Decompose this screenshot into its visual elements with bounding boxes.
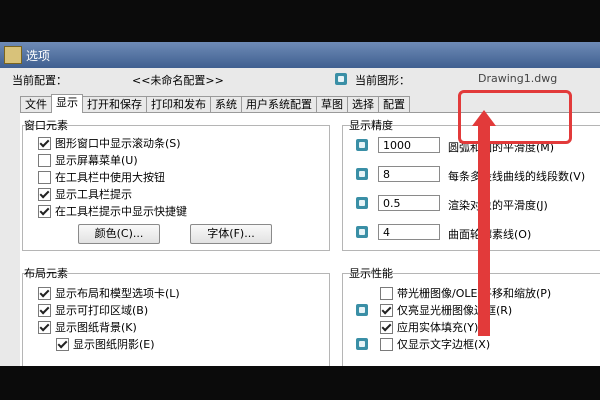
checkbox-label: 显示可打印区域(B) xyxy=(55,304,149,317)
checkbox-label: 显示图纸背景(K) xyxy=(55,321,137,334)
polyline-segments-label: 每条多段线曲线的线段数(V) xyxy=(448,170,586,183)
arc-smoothness-icon xyxy=(356,139,368,151)
checkbox-row[interactable]: 显示工具栏提示 xyxy=(38,186,132,202)
checkbox[interactable] xyxy=(38,303,51,317)
contour-lines-icon xyxy=(356,226,368,238)
title-bar: 选项 xyxy=(0,42,600,68)
checkbox[interactable] xyxy=(380,320,393,334)
tab-plot-publish[interactable]: 打印和发布 xyxy=(146,96,211,113)
checkbox-label: 仅亮显光栅图像边框(R) xyxy=(397,304,513,317)
tab-open-save[interactable]: 打开和保存 xyxy=(82,96,147,113)
checkbox-row[interactable]: 仅显示文字边框(X) xyxy=(380,336,490,352)
options-dialog: 选项 当前配置： <<未命名配置>> 当前图形： Drawing1.dwg 文件… xyxy=(0,42,600,368)
checkbox-row[interactable]: 带光栅图像/OLE 平移和缩放(P) xyxy=(380,285,551,301)
tab-content-display: 窗口元素 图形窗口中显示滚动条(S) 显示屏幕菜单(U) 在工具栏中使用大按钮 … xyxy=(20,112,600,368)
checkbox-label: 图形窗口中显示滚动条(S) xyxy=(55,137,181,150)
checkbox-row[interactable]: 显示图纸阴影(E) xyxy=(56,336,155,352)
fonts-button[interactable]: 字体(F)... xyxy=(190,224,272,244)
checkbox-label: 显示屏幕菜单(U) xyxy=(55,154,138,167)
checkbox-label: 显示布局和模型选项卡(L) xyxy=(55,287,180,300)
checkbox[interactable] xyxy=(38,187,51,201)
tab-selection[interactable]: 选择 xyxy=(347,96,379,113)
tab-files[interactable]: 文件 xyxy=(20,96,52,113)
annotation-arrow-icon xyxy=(472,110,496,126)
tab-profiles[interactable]: 配置 xyxy=(378,96,410,113)
tab-user-preferences[interactable]: 用户系统配置 xyxy=(241,96,317,113)
display-resolution-title: 显示精度 xyxy=(349,119,393,132)
annotation-arrow-shaft xyxy=(478,126,490,336)
display-performance-title: 显示性能 xyxy=(349,267,393,280)
tab-drafting[interactable]: 草图 xyxy=(316,96,348,113)
colors-button[interactable]: 颜色(C)... xyxy=(78,224,160,244)
app-icon xyxy=(4,46,22,64)
tab-strip: 文件 显示 打开和保存 打印和发布 系统 用户系统配置 草图 选择 配置 xyxy=(20,94,410,113)
checkbox[interactable] xyxy=(380,337,393,351)
top-black-bar xyxy=(0,0,600,42)
checkbox-row[interactable]: 仅亮显光栅图像边框(R) xyxy=(380,302,512,318)
current-drawing-label: 当前图形： xyxy=(355,74,410,87)
tab-display[interactable]: 显示 xyxy=(51,94,83,113)
checkbox-label: 在工具栏提示中显示快捷键 xyxy=(55,205,187,218)
checkbox-row[interactable]: 显示可打印区域(B) xyxy=(38,302,148,318)
checkbox-label: 显示工具栏提示 xyxy=(55,188,132,201)
arc-smoothness-input[interactable]: 1000 xyxy=(378,137,440,153)
checkbox-label: 带光栅图像/OLE 平移和缩放(P) xyxy=(397,287,552,300)
render-smoothness-icon xyxy=(356,197,368,209)
current-drawing-value: Drawing1.dwg xyxy=(478,72,558,85)
tab-system[interactable]: 系统 xyxy=(210,96,242,113)
checkbox[interactable] xyxy=(38,136,51,150)
checkbox-row[interactable]: 在工具栏提示中显示快捷键 xyxy=(38,203,187,219)
profile-row: 当前配置： <<未命名配置>> 当前图形： Drawing1.dwg xyxy=(0,70,600,88)
checkbox-label: 仅显示文字边框(X) xyxy=(397,338,491,351)
checkbox-label: 显示图纸阴影(E) xyxy=(73,338,155,351)
checkbox-row[interactable]: 显示屏幕菜单(U) xyxy=(38,152,138,168)
render-smoothness-input[interactable]: 0.5 xyxy=(378,195,440,211)
checkbox-label: 应用实体填充(Y) xyxy=(397,321,479,334)
render-smoothness-label: 渲染对象的平滑度(J) xyxy=(448,199,548,212)
polyline-segments-icon xyxy=(356,168,368,180)
layout-elements-title: 布局元素 xyxy=(24,267,68,280)
current-profile-value: <<未命名配置>> xyxy=(132,74,224,87)
checkbox-row[interactable]: 显示图纸背景(K) xyxy=(38,319,137,335)
checkbox[interactable] xyxy=(380,286,393,300)
window-elements-title: 窗口元素 xyxy=(24,119,68,132)
checkbox-label: 在工具栏中使用大按钮 xyxy=(55,171,165,184)
checkbox-row[interactable]: 应用实体填充(Y) xyxy=(380,319,478,335)
checkbox[interactable] xyxy=(56,337,69,351)
checkbox-row[interactable]: 图形窗口中显示滚动条(S) xyxy=(38,135,181,151)
window-title: 选项 xyxy=(26,49,51,63)
checkbox[interactable] xyxy=(38,320,51,334)
contour-lines-input[interactable]: 4 xyxy=(378,224,440,240)
current-profile-label: 当前配置： xyxy=(12,74,67,87)
polyline-segments-input[interactable]: 8 xyxy=(378,166,440,182)
screenshot: 选项 当前配置： <<未命名配置>> 当前图形： Drawing1.dwg 文件… xyxy=(0,0,600,400)
checkbox[interactable] xyxy=(38,153,51,167)
checkbox[interactable] xyxy=(38,286,51,300)
checkbox-row[interactable]: 显示布局和模型选项卡(L) xyxy=(38,285,180,301)
drawing-icon xyxy=(335,73,347,85)
checkbox[interactable] xyxy=(38,204,51,218)
checkbox[interactable] xyxy=(38,170,51,184)
performance-icon xyxy=(356,338,368,350)
checkbox-row[interactable]: 在工具栏中使用大按钮 xyxy=(38,169,165,185)
checkbox[interactable] xyxy=(380,303,393,317)
bottom-black-bar xyxy=(0,366,600,400)
performance-icon xyxy=(356,304,368,316)
